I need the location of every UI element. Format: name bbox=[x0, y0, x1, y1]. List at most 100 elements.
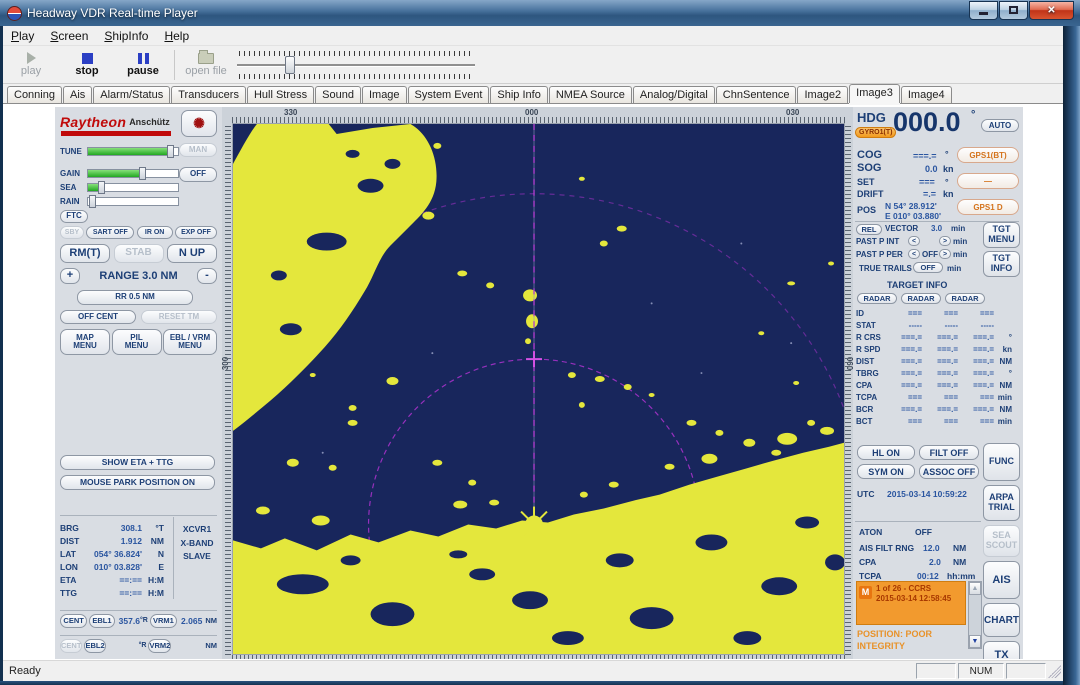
tab-transducers[interactable]: Transducers bbox=[171, 86, 246, 103]
filt-off-button[interactable]: FILT OFF bbox=[919, 445, 979, 460]
clutter-button-row: SBY SART OFF IR ON EXP OFF bbox=[60, 226, 217, 239]
vrm1-button[interactable]: VRM1 bbox=[150, 614, 177, 628]
maximize-button[interactable] bbox=[999, 1, 1028, 20]
bearing-ticks-right bbox=[845, 123, 851, 655]
stop-button[interactable]: stop bbox=[59, 48, 115, 82]
chart-button[interactable]: CHART bbox=[983, 603, 1020, 637]
rr-button[interactable]: RR 0.5 NM bbox=[77, 290, 193, 305]
window-right-border bbox=[1063, 26, 1080, 685]
off-button[interactable]: OFF bbox=[179, 167, 217, 182]
menu-play[interactable]: Play bbox=[3, 27, 42, 45]
minimize-button[interactable] bbox=[969, 1, 998, 20]
scroll-down-button[interactable]: ▼ bbox=[969, 635, 981, 648]
func-button[interactable]: FUNC bbox=[983, 443, 1020, 481]
gps1bt-button[interactable]: GPS1(BT) bbox=[957, 147, 1019, 163]
vrm2-button[interactable]: VRM2 bbox=[148, 639, 171, 653]
radar-ppi[interactable] bbox=[232, 123, 845, 655]
dash-source-button[interactable]: — bbox=[957, 173, 1019, 189]
mouse-park-button[interactable]: MOUSE PARK POSITION ON bbox=[60, 475, 215, 490]
close-button[interactable]: ✕ bbox=[1029, 1, 1074, 20]
tab-sound[interactable]: Sound bbox=[315, 86, 361, 103]
reset-tm-button[interactable]: RESET TM bbox=[141, 310, 217, 324]
radar3-button[interactable]: RADAR bbox=[945, 293, 985, 304]
ir-on-button[interactable]: IR ON bbox=[137, 226, 173, 239]
sea-scout-button[interactable]: SEASCOUT bbox=[983, 525, 1020, 557]
tab-system-event[interactable]: System Event bbox=[408, 86, 490, 103]
menu-shipinfo[interactable]: ShipInfo bbox=[96, 27, 156, 45]
off-cent-button[interactable]: OFF CENT bbox=[60, 310, 136, 324]
pil-menu-button[interactable]: PILMENU bbox=[112, 329, 162, 355]
tab-conning[interactable]: Conning bbox=[7, 86, 62, 103]
timeline-slider[interactable] bbox=[237, 51, 475, 79]
man-button[interactable]: MAN bbox=[179, 143, 217, 157]
resize-grip[interactable] bbox=[1048, 665, 1061, 678]
ftc-button[interactable]: FTC bbox=[60, 210, 88, 223]
play-button[interactable]: play bbox=[3, 48, 59, 82]
trails-off-button[interactable]: OFF bbox=[913, 262, 943, 273]
range-plus-button[interactable]: + bbox=[60, 268, 80, 284]
title-bar[interactable]: Headway VDR Real-time Player ✕ bbox=[0, 0, 1080, 26]
pause-button[interactable]: pause bbox=[115, 48, 171, 82]
tab-nmea-source[interactable]: NMEA Source bbox=[549, 86, 632, 103]
menu-help[interactable]: Help bbox=[156, 27, 197, 45]
sby-button[interactable]: SBY bbox=[60, 226, 84, 239]
scroll-up-button[interactable]: ▲ bbox=[969, 582, 981, 595]
ebl2-button[interactable]: EBL2 bbox=[84, 639, 105, 653]
past-int-inc-button[interactable]: > bbox=[939, 236, 951, 246]
open-file-button[interactable]: open file bbox=[178, 48, 234, 82]
alarm-scrollbar[interactable]: ▲ ▼ bbox=[968, 581, 982, 649]
tgt-info-button[interactable]: TGTINFO bbox=[983, 251, 1020, 277]
ebl1-button[interactable]: EBL1 bbox=[89, 614, 114, 628]
ais-button[interactable]: AIS bbox=[983, 561, 1020, 599]
tgt-menu-button[interactable]: TGTMENU bbox=[983, 222, 1020, 248]
menu-button-row: MAPMENU PILMENU EBL / VRMMENU bbox=[60, 329, 217, 355]
hl-on-button[interactable]: HL ON bbox=[857, 445, 915, 460]
window-bottom-border bbox=[0, 681, 1063, 685]
cent2-button[interactable]: CENT bbox=[60, 639, 82, 653]
radar2-button[interactable]: RADAR bbox=[901, 293, 941, 304]
tab-ship-info[interactable]: Ship Info bbox=[490, 86, 547, 103]
tab-chnsentence[interactable]: ChnSentence bbox=[716, 86, 797, 103]
menu-screen[interactable]: Screen bbox=[42, 27, 96, 45]
gain-slider[interactable] bbox=[87, 169, 179, 178]
ebl2-unit: °R bbox=[139, 642, 147, 649]
past-per-inc-button[interactable]: > bbox=[939, 249, 951, 259]
tab-image[interactable]: Image bbox=[362, 86, 407, 103]
n-up-button[interactable]: N UP bbox=[167, 244, 217, 263]
alarm-message-box[interactable]: M 1 of 26 - CCRS 2015-03-14 12:58:45 bbox=[856, 581, 966, 625]
tab-ais[interactable]: Ais bbox=[63, 86, 92, 103]
radar1-button[interactable]: RADAR bbox=[857, 293, 897, 304]
tab-alarm-status[interactable]: Alarm/Status bbox=[93, 86, 170, 103]
tab-analog-digital[interactable]: Analog/Digital bbox=[633, 86, 715, 103]
tcpa-unit: hh:mm bbox=[947, 571, 975, 581]
show-eta-ttg-button[interactable]: SHOW ETA + TTG bbox=[60, 455, 215, 470]
auto-button[interactable]: AUTO bbox=[981, 119, 1019, 132]
stab-button[interactable]: STAB bbox=[114, 244, 164, 263]
arpa-trial-button[interactable]: ARPATRIAL bbox=[983, 485, 1020, 521]
slider-track[interactable] bbox=[237, 64, 475, 67]
ebl-vrm-menu-button[interactable]: EBL / VRMMENU bbox=[163, 329, 217, 355]
exp-off-button[interactable]: EXP OFF bbox=[175, 226, 217, 239]
past-per-dec-button[interactable]: < bbox=[908, 249, 920, 259]
past-int-dec-button[interactable]: < bbox=[908, 236, 920, 246]
tx-button[interactable]: TX bbox=[983, 641, 1020, 659]
sart-off-button[interactable]: SART OFF bbox=[86, 226, 134, 239]
sea-slider[interactable] bbox=[87, 183, 179, 192]
rain-slider[interactable] bbox=[87, 197, 179, 206]
brand-logo-button[interactable]: ✺ bbox=[181, 110, 217, 137]
tab-image4[interactable]: Image4 bbox=[901, 86, 952, 103]
tab-image2[interactable]: Image2 bbox=[797, 86, 848, 103]
sym-on-button[interactable]: SYM ON bbox=[857, 464, 915, 479]
tune-slider[interactable] bbox=[87, 147, 179, 156]
assoc-off-button[interactable]: ASSOC OFF bbox=[919, 464, 979, 479]
tab-image3[interactable]: Image3 bbox=[849, 84, 900, 103]
rm-t-button[interactable]: RM(T) bbox=[60, 244, 110, 263]
tab-hull-stress[interactable]: Hull Stress bbox=[247, 86, 314, 103]
cent1-button[interactable]: CENT bbox=[60, 614, 87, 628]
rel-button[interactable]: REL bbox=[856, 224, 882, 235]
slider-thumb[interactable] bbox=[285, 56, 295, 74]
gps1d-button[interactable]: GPS1 D bbox=[957, 199, 1019, 215]
range-minus-button[interactable]: - bbox=[197, 268, 217, 284]
app-icon bbox=[7, 6, 22, 21]
map-menu-button[interactable]: MAPMENU bbox=[60, 329, 110, 355]
